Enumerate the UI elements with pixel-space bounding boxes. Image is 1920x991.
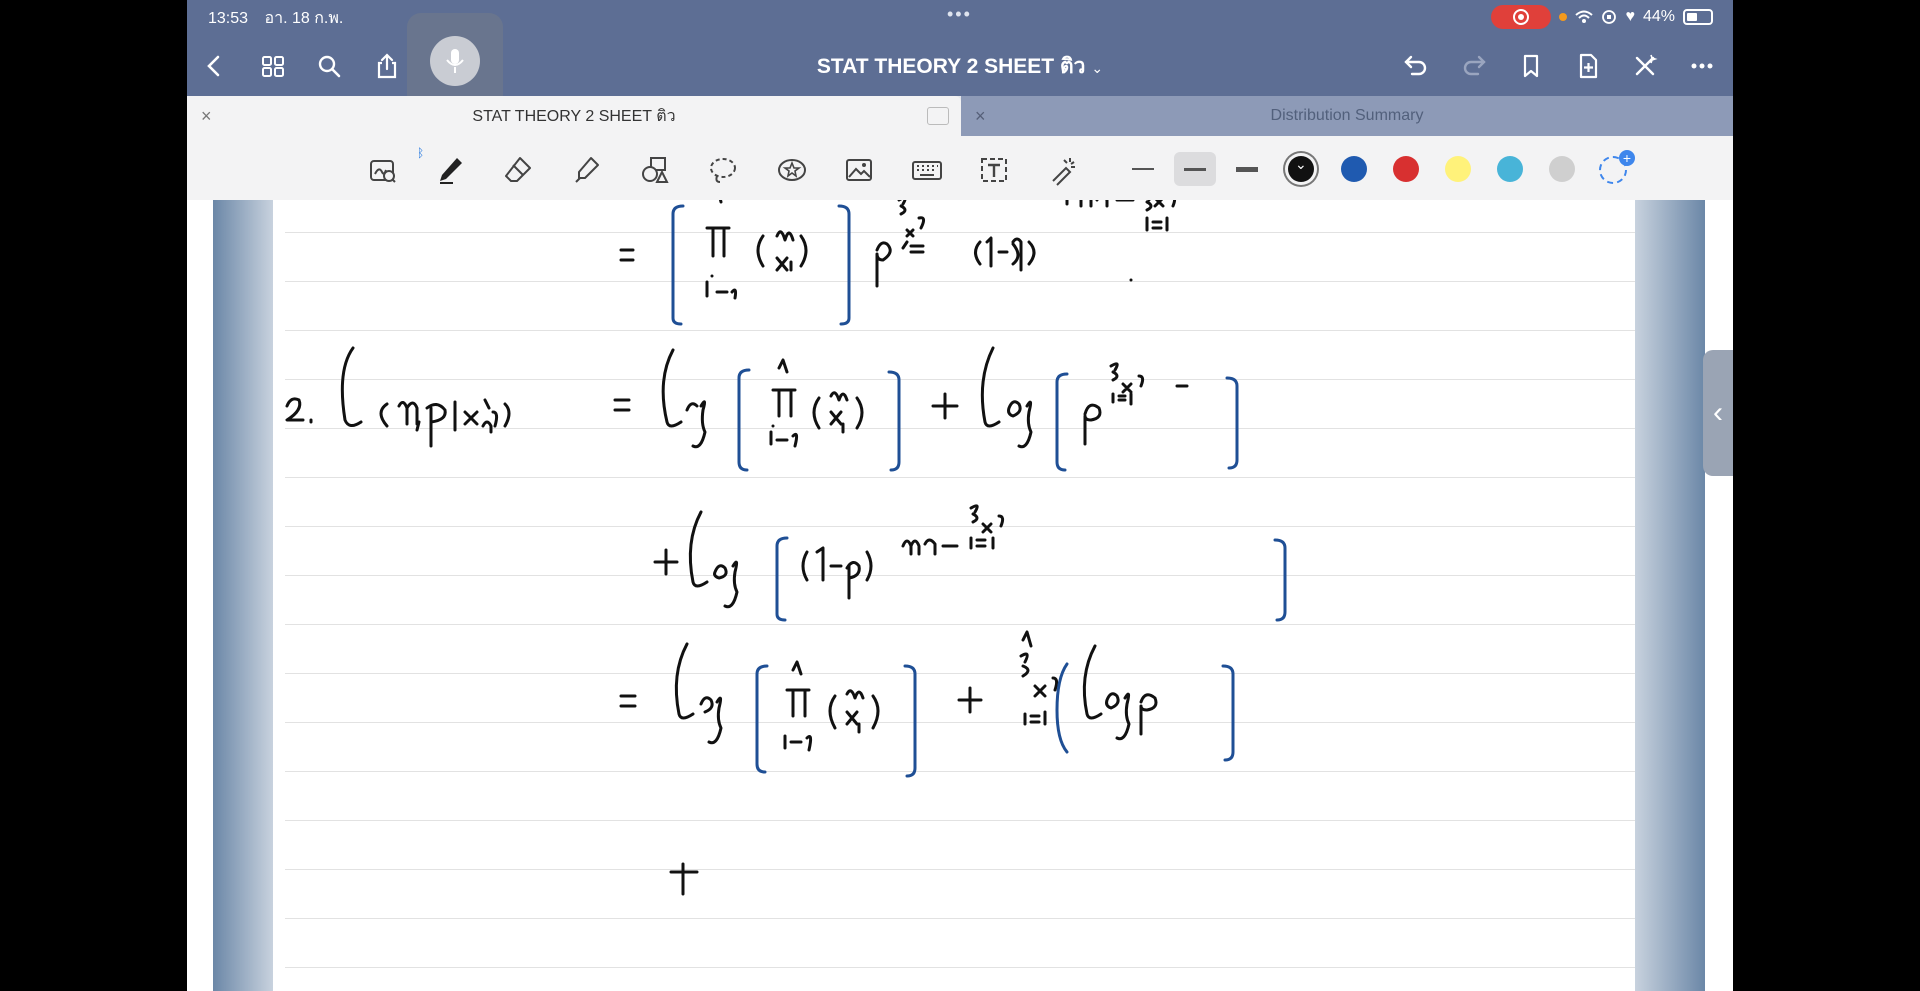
side-panel-handle[interactable]: ‹ bbox=[1703, 350, 1733, 476]
chevron-down-icon: ⌄ bbox=[1091, 60, 1104, 76]
close-ai-icon[interactable] bbox=[1625, 46, 1665, 86]
keyboard-icon[interactable] bbox=[907, 150, 947, 190]
ink-line-4 bbox=[619, 630, 1235, 778]
ink-line-2 bbox=[285, 278, 1239, 472]
ink-line-3 bbox=[653, 504, 1287, 622]
mic-in-use-dot bbox=[1559, 13, 1568, 21]
color-swatch-red[interactable] bbox=[1393, 156, 1419, 182]
orientation-lock-icon bbox=[1602, 10, 1617, 24]
bookmark-icon[interactable] bbox=[1511, 46, 1551, 86]
tab-label: STAT THEORY 2 SHEET ติว bbox=[472, 107, 676, 125]
tab-close-icon[interactable]: × bbox=[201, 106, 212, 127]
redo-icon[interactable] bbox=[1454, 46, 1494, 86]
ink-line-1 bbox=[619, 200, 1177, 326]
drawing-toolbar: ᛒ ⌄ + bbox=[187, 136, 1733, 200]
stroke-thick-option[interactable] bbox=[1226, 152, 1268, 186]
text-box-icon[interactable] bbox=[974, 150, 1014, 190]
color-swatch-blue[interactable] bbox=[1341, 156, 1367, 182]
color-swatch-cyan[interactable] bbox=[1497, 156, 1523, 182]
document-title[interactable]: STAT THEORY 2 SHEET ติว ⌄ bbox=[187, 50, 1733, 83]
add-color-button[interactable]: + bbox=[1599, 150, 1635, 184]
tab-close-icon[interactable]: × bbox=[975, 106, 986, 127]
battery-percent: 44% bbox=[1642, 8, 1675, 25]
ipad-screen: 13:53 อา. 18 ก.พ. ••• ♥ 44% STAT THEORY … bbox=[187, 0, 1733, 991]
add-page-icon[interactable] bbox=[1568, 46, 1608, 86]
undo-icon[interactable] bbox=[1396, 46, 1436, 86]
chevron-left-icon: ‹ bbox=[1713, 396, 1723, 429]
handwritten-ink bbox=[285, 200, 1287, 896]
color-swatch-black[interactable] bbox=[1288, 156, 1314, 182]
more-icon[interactable] bbox=[1682, 46, 1722, 86]
tab-bar: × STAT THEORY 2 SHEET ติว × Distribution… bbox=[187, 96, 1733, 136]
stroke-medium-option[interactable] bbox=[1174, 152, 1216, 186]
shapes-icon[interactable] bbox=[635, 150, 675, 190]
eraser-icon[interactable] bbox=[498, 150, 538, 190]
document-title-text: STAT THEORY 2 SHEET ติว bbox=[816, 55, 1086, 78]
sticker-icon[interactable] bbox=[772, 150, 812, 190]
wifi-icon bbox=[1575, 10, 1594, 23]
status-date: อา. 18 ก.พ. bbox=[264, 10, 344, 27]
screen-record-indicator[interactable] bbox=[1491, 5, 1552, 29]
pen-icon[interactable] bbox=[431, 150, 471, 190]
lasso-icon[interactable] bbox=[703, 150, 743, 190]
status-time: 13:53 bbox=[208, 10, 249, 27]
status-bar-left: 13:53 อา. 18 ก.พ. bbox=[208, 6, 355, 31]
color-swatch-gray[interactable] bbox=[1549, 156, 1575, 182]
top-bar: 13:53 อา. 18 ก.พ. ••• ♥ 44% STAT THEORY … bbox=[187, 0, 1733, 109]
tab-stat-theory[interactable]: × STAT THEORY 2 SHEET ติว bbox=[187, 96, 961, 136]
tab-label: Distribution Summary bbox=[1270, 107, 1424, 124]
bluetooth-icon: ᛒ bbox=[417, 146, 425, 160]
ink-line-5 bbox=[669, 862, 699, 896]
laser-pointer-icon[interactable] bbox=[1042, 150, 1082, 190]
heart-icon: ♥ bbox=[1625, 8, 1635, 25]
split-view-icon[interactable] bbox=[927, 107, 949, 125]
tab-distribution-summary[interactable]: × Distribution Summary bbox=[961, 96, 1733, 136]
document-canvas[interactable]: ‹ bbox=[187, 200, 1733, 991]
stroke-thin-option[interactable] bbox=[1122, 152, 1164, 186]
plus-icon: + bbox=[1619, 150, 1635, 166]
image-icon[interactable] bbox=[839, 150, 879, 190]
battery-icon bbox=[1683, 9, 1713, 25]
highlighter-icon[interactable] bbox=[567, 150, 607, 190]
color-swatch-yellow[interactable] bbox=[1445, 156, 1471, 182]
multitask-dots[interactable]: ••• bbox=[947, 4, 972, 25]
zoom-window-icon[interactable] bbox=[363, 150, 403, 190]
status-bar-right: ♥ 44% bbox=[1491, 5, 1713, 29]
